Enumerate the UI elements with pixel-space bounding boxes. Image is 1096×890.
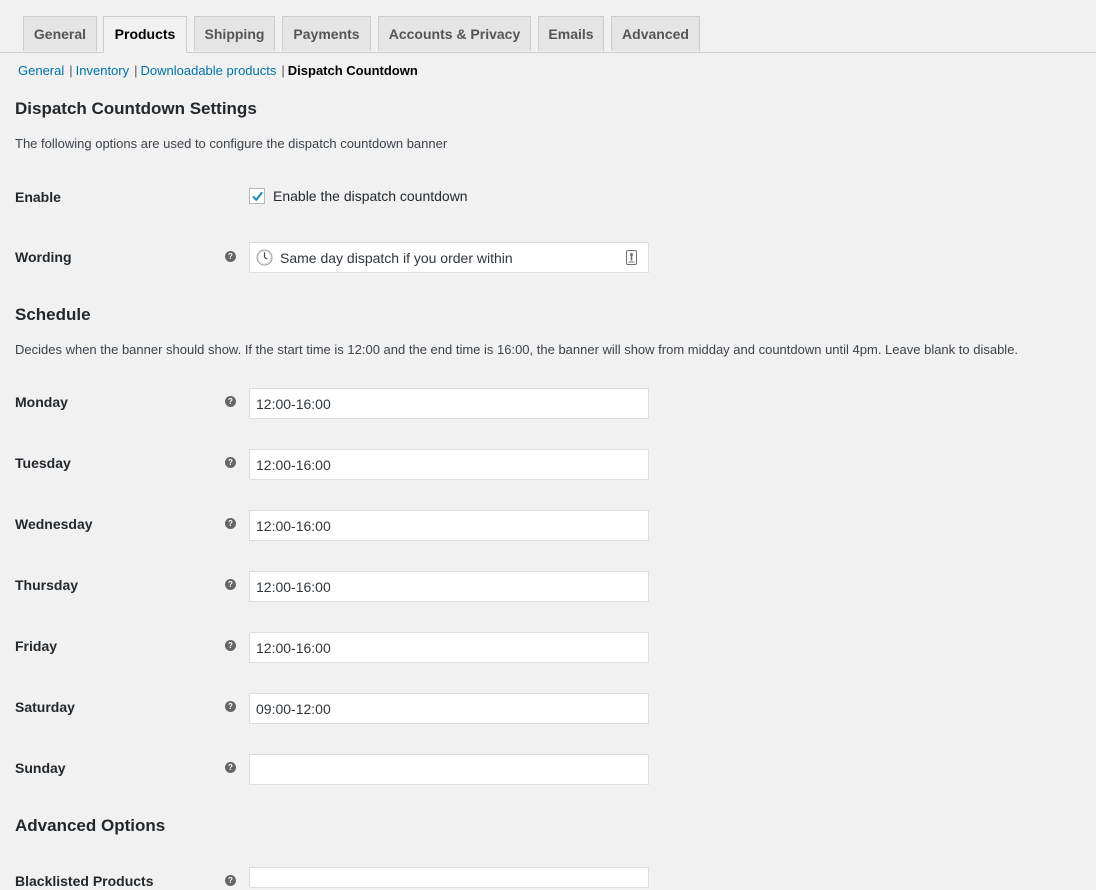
blacklisted-products-input[interactable]	[249, 867, 649, 888]
tab-payments[interactable]: Payments	[282, 16, 371, 51]
sunday-hours-input[interactable]	[249, 754, 649, 785]
schedule-section-description: Decides when the banner should show. If …	[15, 342, 1019, 357]
blacklisted-products-label: Blacklisted Products	[15, 873, 154, 889]
help-tip-icon[interactable]: ?	[225, 457, 236, 468]
help-tip-icon[interactable]: ?	[225, 875, 236, 886]
monday-hours-input[interactable]	[249, 388, 649, 419]
wording-label: Wording	[15, 249, 72, 265]
friday-hours-input[interactable]	[249, 632, 649, 663]
enable-checkbox[interactable]	[249, 188, 265, 204]
enable-label: Enable	[15, 189, 61, 205]
subnav-current-dispatch-countdown: Dispatch Countdown	[287, 63, 418, 78]
tab-general[interactable]: General	[23, 16, 97, 51]
thursday-label: Thursday	[15, 577, 79, 593]
section-subnav: General | Inventory | Downloadable products |…	[18, 62, 418, 80]
settings-section-title: Dispatch Countdown Settings	[15, 99, 257, 118]
wording-input[interactable]	[274, 243, 626, 272]
tuesday-label: Tuesday	[15, 455, 71, 471]
friday-label: Friday	[15, 638, 58, 654]
subnav-link-general[interactable]: General	[18, 63, 64, 78]
wording-field	[249, 242, 649, 273]
saturday-label: Saturday	[15, 699, 75, 715]
monday-label: Monday	[15, 394, 68, 410]
help-tip-icon[interactable]: ?	[225, 579, 236, 590]
subnav-link-inventory[interactable]: Inventory	[76, 63, 129, 78]
help-tip-icon[interactable]: ?	[225, 701, 236, 712]
advanced-section-title: Advanced Options	[15, 816, 166, 835]
checkmark-icon	[252, 191, 263, 202]
help-tip-icon[interactable]: ?	[225, 518, 236, 529]
help-tip-icon[interactable]: ?	[225, 640, 236, 651]
tab-products[interactable]: Products	[103, 16, 187, 53]
tab-emails[interactable]: Emails	[538, 16, 604, 51]
saturday-hours-input[interactable]	[249, 693, 649, 724]
schedule-section-title: Schedule	[15, 305, 91, 324]
settings-section-description: The following options are used to config…	[15, 136, 448, 151]
tab-accounts-privacy[interactable]: Accounts & Privacy	[378, 16, 531, 51]
settings-tab-bar: General Products Shipping Payments Accou…	[0, 16, 1096, 53]
clock-icon	[256, 249, 273, 266]
sunday-label: Sunday	[15, 760, 66, 776]
tab-shipping[interactable]: Shipping	[194, 16, 275, 51]
help-tip-icon[interactable]: ?	[225, 762, 236, 773]
help-tip-icon[interactable]: ?	[225, 396, 236, 407]
subnav-separator: |	[69, 63, 73, 78]
subnav-separator: |	[281, 63, 285, 78]
help-tip-icon[interactable]: ?	[225, 251, 236, 262]
subnav-separator: |	[134, 63, 138, 78]
tuesday-hours-input[interactable]	[249, 449, 649, 480]
wednesday-hours-input[interactable]	[249, 510, 649, 541]
wednesday-label: Wednesday	[15, 516, 93, 532]
thursday-hours-input[interactable]	[249, 571, 649, 602]
password-manager-icon[interactable]	[626, 250, 637, 265]
enable-checkbox-label[interactable]: Enable the dispatch countdown	[273, 187, 468, 205]
subnav-link-downloadable-products[interactable]: Downloadable products	[141, 63, 277, 78]
tab-advanced[interactable]: Advanced	[611, 16, 700, 51]
